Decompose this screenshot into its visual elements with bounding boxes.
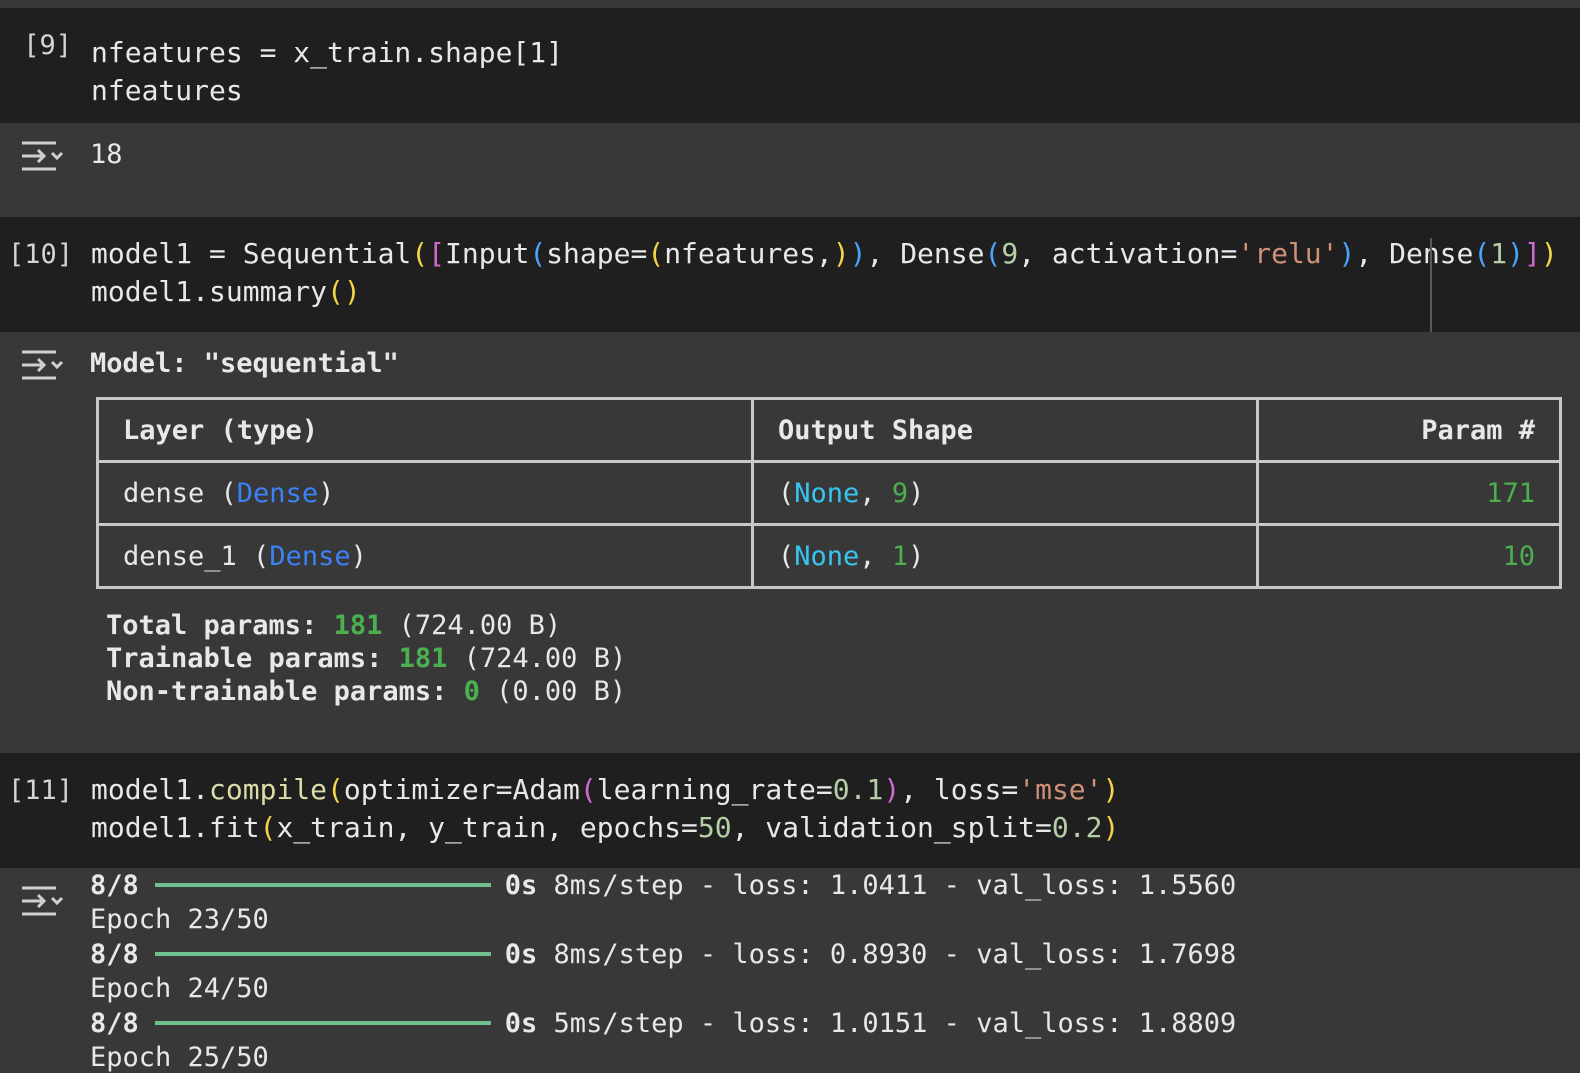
progress-bar: [154, 882, 491, 887]
code-line[interactable]: model1.compile(optimizer=Adam(learning_r…: [91, 771, 1119, 809]
table-header-row: Layer (type) Output Shape Param #: [96, 397, 1562, 463]
output-cell-9: 18: [0, 123, 1580, 217]
output-shape-cell: (None, 9): [751, 460, 1259, 526]
model-title: Model: "sequential": [90, 348, 399, 379]
column-header-output-shape: Output Shape: [751, 397, 1259, 463]
column-header-params: Param #: [1256, 397, 1562, 463]
training-step-line: 8/8 0s 5ms/step - loss: 1.0151 - val_loss…: [90, 1008, 1237, 1039]
code-line[interactable]: model1.fit(x_train, y_train, epochs=50, …: [91, 809, 1119, 847]
epoch-line: Epoch 24/50: [90, 973, 269, 1004]
model-summary-table: Layer (type) Output Shape Param # dense …: [96, 397, 1562, 589]
execution-count: [11]: [8, 775, 74, 806]
execution-count: [10]: [8, 239, 74, 270]
top-bar: [0, 0, 1580, 8]
output-shape-cell: (None, 1): [751, 523, 1259, 589]
code-cell-11[interactable]: [11] model1.compile(optimizer=Adam(learn…: [0, 753, 1580, 868]
code-line[interactable]: model1.summary(): [91, 273, 361, 311]
output-value: 18: [90, 139, 123, 170]
code-line[interactable]: nfeatures: [91, 72, 243, 110]
output-collapse-icon[interactable]: [20, 348, 64, 382]
trainable-params: Trainable params: 181 (724.00 B): [106, 643, 627, 674]
code-cell-10[interactable]: [10] model1 = Sequential([Input(shape=(n…: [0, 217, 1580, 332]
training-step-line: 8/8 0s 8ms/step - loss: 0.8930 - val_loss…: [90, 939, 1237, 970]
table-row: dense (Dense) (None, 9) 171: [96, 460, 1562, 526]
code-line[interactable]: model1 = Sequential([Input(shape=(nfeatu…: [91, 235, 1558, 273]
epoch-line: Epoch 23/50: [90, 904, 269, 935]
progress-bar: [154, 1020, 491, 1025]
table-row: dense_1 (Dense) (None, 1) 10: [96, 523, 1562, 589]
epoch-line: Epoch 25/50: [90, 1042, 269, 1073]
total-params: Total params: 181 (724.00 B): [106, 610, 562, 641]
text-cursor: [1430, 238, 1432, 332]
progress-bar: [154, 951, 491, 956]
non-trainable-params: Non-trainable params: 0 (0.00 B): [106, 676, 627, 707]
param-cell: 171: [1256, 460, 1562, 526]
execution-count: [9]: [23, 30, 72, 61]
param-cell: 10: [1256, 523, 1562, 589]
code-cell-9[interactable]: [9] nfeatures = x_train.shape[1] nfeatur…: [0, 8, 1580, 123]
output-collapse-icon[interactable]: [20, 884, 64, 918]
code-line[interactable]: nfeatures = x_train.shape[1]: [91, 34, 563, 72]
layer-cell: dense_1 (Dense): [96, 523, 754, 589]
column-header-layer: Layer (type): [96, 397, 754, 463]
output-collapse-icon[interactable]: [20, 139, 64, 173]
training-step-line: 8/8 0s 8ms/step - loss: 1.0411 - val_loss…: [90, 870, 1237, 901]
layer-cell: dense (Dense): [96, 460, 754, 526]
